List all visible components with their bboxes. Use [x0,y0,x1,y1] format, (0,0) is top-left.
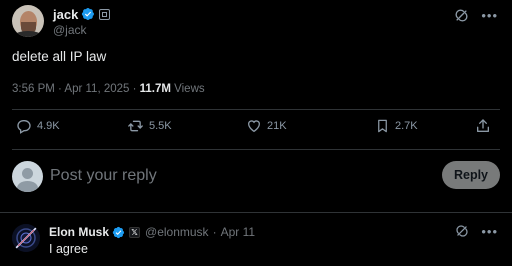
reply-action[interactable]: 4.9K [16,118,60,134]
elon-avatar[interactable] [12,224,40,252]
views-count: 11.7M [139,83,171,95]
tweet-timestamp[interactable]: 3:56 PM · Apr 11, 2025 · [12,83,140,95]
repost-action[interactable]: 5.5K [127,118,172,134]
share-icon [477,119,489,132]
bookmark-action[interactable]: 2.7K [375,118,418,134]
verified-badge-icon [82,7,95,21]
divider [12,109,500,110]
jack-avatar[interactable] [12,5,44,37]
divider [0,212,512,213]
tweet-meta: 3:56 PM · Apr 11, 2025 · 11.7M Views [12,83,205,95]
verified-badge-icon [112,226,125,238]
x-affiliate-badge: 𝕏 [129,226,141,238]
tweet-author: jack @jack [12,5,111,37]
views-label: Views [170,83,205,95]
reply-icon [17,120,31,134]
repost-icon [128,120,143,132]
share-action[interactable] [475,118,496,134]
more-icon[interactable]: ••• [481,9,498,22]
affiliate-badge-icon [99,8,111,20]
reply-button[interactable]: Reply [442,161,500,189]
reply-header: Elon Musk 𝕏 @elonmusk · Apr 11 [49,224,255,240]
reply-top-actions: ••• [455,224,498,238]
like-count: 21K [267,120,287,132]
tweet-top-actions: ••• [454,8,498,23]
reply-input[interactable] [50,164,380,188]
default-avatar-icon [12,161,43,192]
author-name[interactable]: jack [53,7,78,22]
like-action[interactable]: 21K [246,118,287,134]
bookmark-count: 2.7K [395,120,418,132]
reply-count: 4.9K [37,120,60,132]
reply-author-name[interactable]: Elon Musk [49,225,109,239]
divider [12,149,500,150]
tweet-actions: 4.9K 5.5K 21K 2.7K [12,118,496,140]
tweet-text: delete all IP law [12,49,107,64]
bookmark-icon [378,119,387,133]
grok-icon[interactable] [454,8,469,23]
reply-text: I agree [49,242,88,256]
reply-date[interactable]: Apr 11 [221,225,255,239]
reply-separator: · [212,225,217,239]
author-handle[interactable]: @jack [53,23,110,37]
reply-author-handle[interactable]: @elonmusk [145,225,209,239]
repost-count: 5.5K [149,120,172,132]
like-icon [247,120,261,133]
more-icon[interactable]: ••• [481,225,498,238]
grok-icon[interactable] [455,224,469,238]
